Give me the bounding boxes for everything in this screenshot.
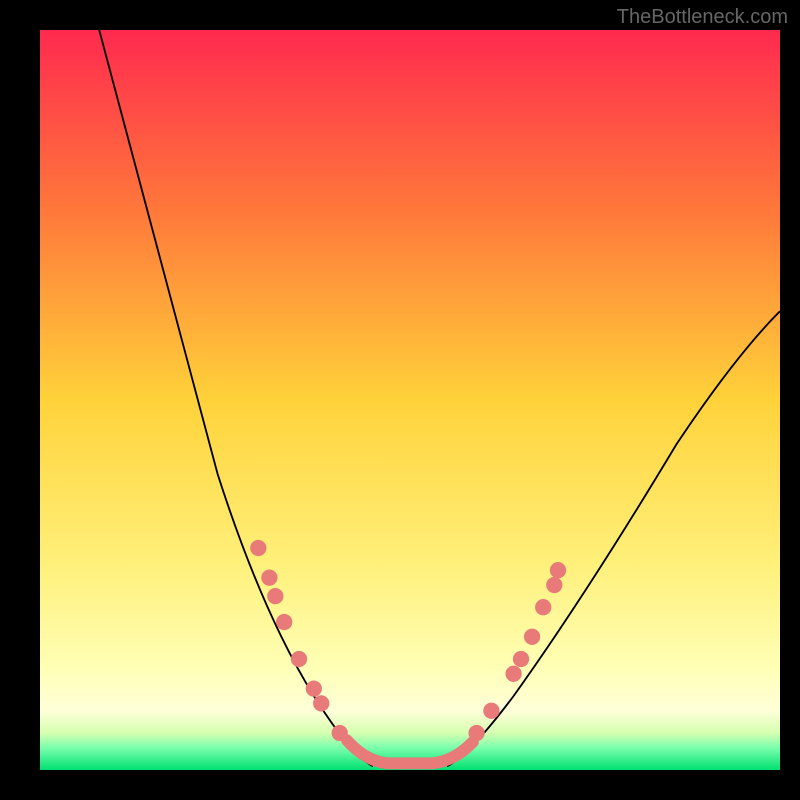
- marker-dot: [250, 540, 266, 556]
- marker-dot: [261, 569, 277, 585]
- marker-dot: [332, 725, 348, 741]
- marker-dot: [483, 703, 499, 719]
- marker-dot: [291, 651, 307, 667]
- curve-overlay: [40, 30, 780, 770]
- marker-dot: [505, 666, 521, 682]
- marker-dot: [276, 614, 292, 630]
- curve-right: [447, 311, 780, 766]
- curve-left: [99, 30, 373, 766]
- marker-dot: [535, 599, 551, 615]
- watermark-text: TheBottleneck.com: [617, 6, 788, 29]
- plot-area: [40, 30, 780, 770]
- marker-dot: [313, 695, 329, 711]
- marker-dot: [513, 651, 529, 667]
- curve-bottom-segment: [347, 740, 473, 763]
- marker-dot: [306, 680, 322, 696]
- marker-dot: [546, 577, 562, 593]
- marker-dot: [267, 588, 283, 604]
- marker-dot: [524, 629, 540, 645]
- marker-dot: [550, 562, 566, 578]
- marker-dot: [468, 725, 484, 741]
